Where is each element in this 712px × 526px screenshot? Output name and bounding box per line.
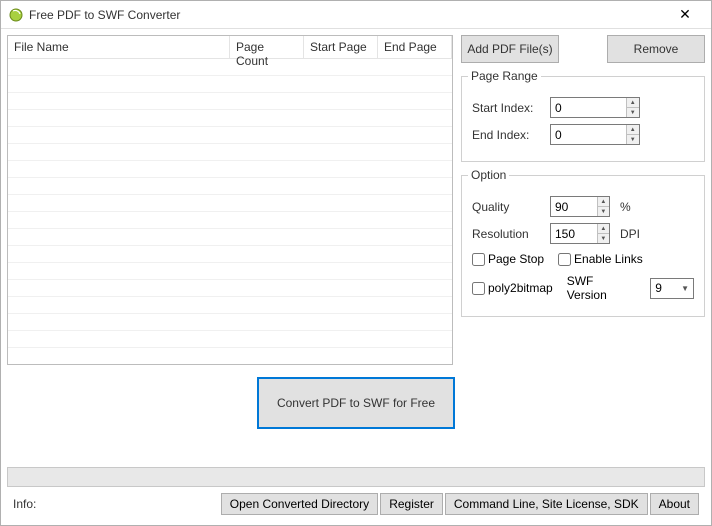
table-row: [8, 331, 452, 348]
chevron-down-icon: ▼: [681, 284, 689, 293]
remove-button[interactable]: Remove: [607, 35, 705, 63]
spin-down-icon[interactable]: ▼: [598, 234, 609, 243]
page-stop-label: Page Stop: [488, 252, 544, 266]
app-icon: [9, 8, 23, 22]
progress-bar: [7, 467, 705, 487]
enable-links-check[interactable]: Enable Links: [558, 252, 643, 266]
table-row: [8, 195, 452, 212]
resolution-unit: DPI: [620, 227, 640, 241]
poly2bitmap-check[interactable]: poly2bitmap: [472, 281, 553, 295]
page-stop-check[interactable]: Page Stop: [472, 252, 544, 266]
end-index-label: End Index:: [472, 128, 544, 142]
poly2bitmap-label: poly2bitmap: [488, 281, 553, 295]
table-row: [8, 178, 452, 195]
option-group: Option Quality ▲▼ % Resolution ▲▼: [461, 168, 705, 317]
table-row: [8, 76, 452, 93]
resolution-spinner[interactable]: ▲▼: [550, 223, 610, 244]
spin-down-icon[interactable]: ▼: [627, 135, 639, 144]
swf-version-label: SWF Version: [567, 274, 637, 302]
col-page-count[interactable]: Page Count: [230, 36, 304, 58]
poly2bitmap-checkbox[interactable]: [472, 282, 485, 295]
spin-up-icon[interactable]: ▲: [627, 98, 639, 108]
open-converted-directory-button[interactable]: Open Converted Directory: [221, 493, 378, 515]
info-label: Info:: [13, 497, 36, 511]
spin-down-icon[interactable]: ▼: [627, 108, 639, 117]
table-row: [8, 263, 452, 280]
register-button[interactable]: Register: [380, 493, 443, 515]
start-index-input[interactable]: [551, 98, 626, 117]
file-grid[interactable]: File Name Page Count Start Page End Page: [7, 35, 453, 365]
title-bar: Free PDF to SWF Converter ✕: [1, 1, 711, 29]
page-range-group: Page Range Start Index: ▲▼ End Index: ▲▼: [461, 69, 705, 162]
table-row: [8, 144, 452, 161]
add-pdf-button[interactable]: Add PDF File(s): [461, 35, 559, 63]
quality-input[interactable]: [551, 197, 597, 216]
resolution-label: Resolution: [472, 227, 544, 241]
spin-up-icon[interactable]: ▲: [598, 197, 609, 207]
table-row: [8, 127, 452, 144]
start-index-label: Start Index:: [472, 101, 544, 115]
resolution-input[interactable]: [551, 224, 597, 243]
page-stop-checkbox[interactable]: [472, 253, 485, 266]
table-row: [8, 212, 452, 229]
window-title: Free PDF to SWF Converter: [29, 8, 667, 22]
client-area: File Name Page Count Start Page End Page: [1, 29, 711, 525]
quality-label: Quality: [472, 200, 544, 214]
option-legend: Option: [468, 168, 509, 182]
table-row: [8, 314, 452, 331]
table-row: [8, 229, 452, 246]
table-row: [8, 110, 452, 127]
right-panel: Add PDF File(s) Remove Page Range Start …: [461, 35, 705, 365]
end-index-input[interactable]: [551, 125, 626, 144]
col-start-page[interactable]: Start Page: [304, 36, 378, 58]
close-icon[interactable]: ✕: [667, 1, 703, 28]
col-file-name[interactable]: File Name: [8, 36, 230, 58]
quality-unit: %: [620, 200, 631, 214]
spin-up-icon[interactable]: ▲: [598, 224, 609, 234]
bottom-bar: Info: Open Converted Directory Register …: [7, 491, 705, 519]
start-index-spinner[interactable]: ▲▼: [550, 97, 640, 118]
table-row: [8, 93, 452, 110]
table-row: [8, 59, 452, 76]
col-end-page[interactable]: End Page: [378, 36, 452, 58]
quality-spinner[interactable]: ▲▼: [550, 196, 610, 217]
spin-down-icon[interactable]: ▼: [598, 207, 609, 216]
table-row: [8, 297, 452, 314]
spin-up-icon[interactable]: ▲: [627, 125, 639, 135]
table-row: [8, 246, 452, 263]
enable-links-label: Enable Links: [574, 252, 643, 266]
enable-links-checkbox[interactable]: [558, 253, 571, 266]
end-index-spinner[interactable]: ▲▼: [550, 124, 640, 145]
grid-body[interactable]: [8, 59, 452, 364]
app-window: Free PDF to SWF Converter ✕ File Name Pa…: [0, 0, 712, 526]
page-range-legend: Page Range: [468, 69, 541, 83]
convert-button[interactable]: Convert PDF to SWF for Free: [257, 377, 455, 429]
about-button[interactable]: About: [650, 493, 699, 515]
swf-version-select[interactable]: 9 ▼: [650, 278, 694, 299]
grid-header: File Name Page Count Start Page End Page: [8, 36, 452, 59]
command-line-button[interactable]: Command Line, Site License, SDK: [445, 493, 648, 515]
table-row: [8, 161, 452, 178]
swf-version-value: 9: [655, 281, 662, 295]
table-row: [8, 280, 452, 297]
